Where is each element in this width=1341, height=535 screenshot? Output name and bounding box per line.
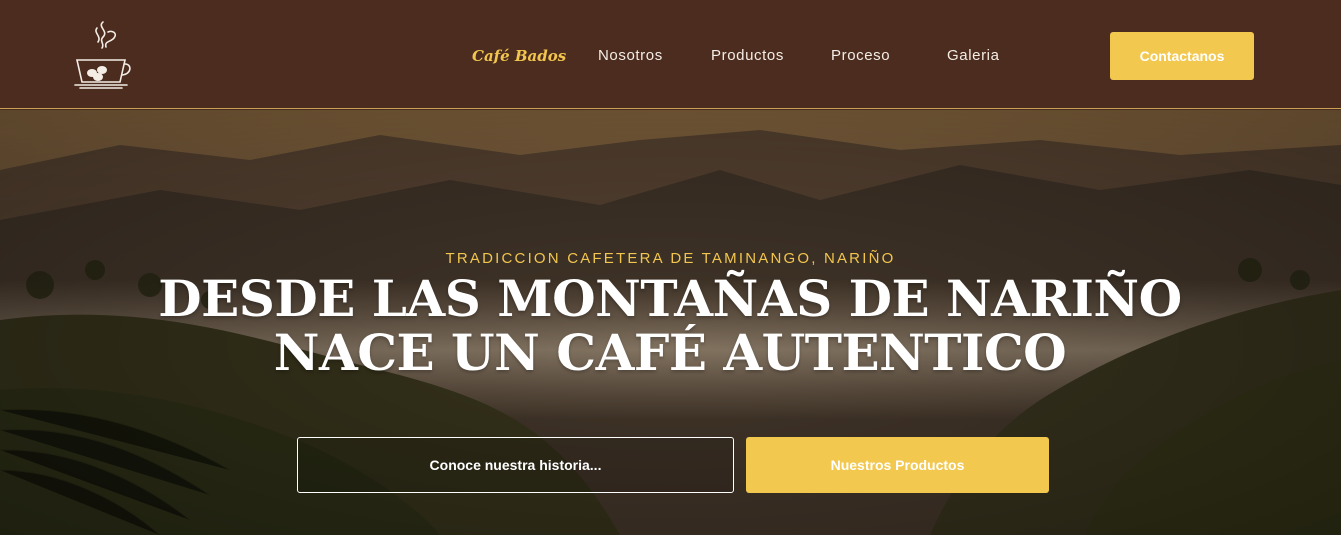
nav-brand-link[interactable]: Café Bados: [472, 47, 566, 65]
hero-headline: DESDE LAS MONTAÑAS DE NARIÑO NACE UN CAF…: [120, 272, 1220, 380]
hero-headline-line-2: NACE UN CAFÉ AUTENTICO: [273, 323, 1067, 382]
nav-item-proceso[interactable]: Proceso: [831, 47, 890, 64]
our-products-button[interactable]: Nuestros Productos: [746, 437, 1049, 493]
hero-section: TRADICCION CAFETERA DE TAMINANGO, NARIÑO…: [0, 110, 1341, 535]
hero-headline-line-1: DESDE LAS MONTAÑAS DE NARIÑO: [158, 269, 1182, 328]
hero-eyebrow: TRADICCION CAFETERA DE TAMINANGO, NARIÑO: [445, 250, 896, 267]
site-header: Café Bados Nosotros Productos Proceso Ga…: [0, 0, 1341, 109]
nav-item-nosotros[interactable]: Nosotros: [598, 47, 663, 64]
nav-item-productos[interactable]: Productos: [711, 47, 784, 64]
contact-button[interactable]: Contactanos: [1110, 32, 1254, 80]
nav-item-galeria[interactable]: Galeria: [947, 47, 1000, 64]
our-story-button[interactable]: Conoce nuestra historia...: [297, 437, 734, 493]
